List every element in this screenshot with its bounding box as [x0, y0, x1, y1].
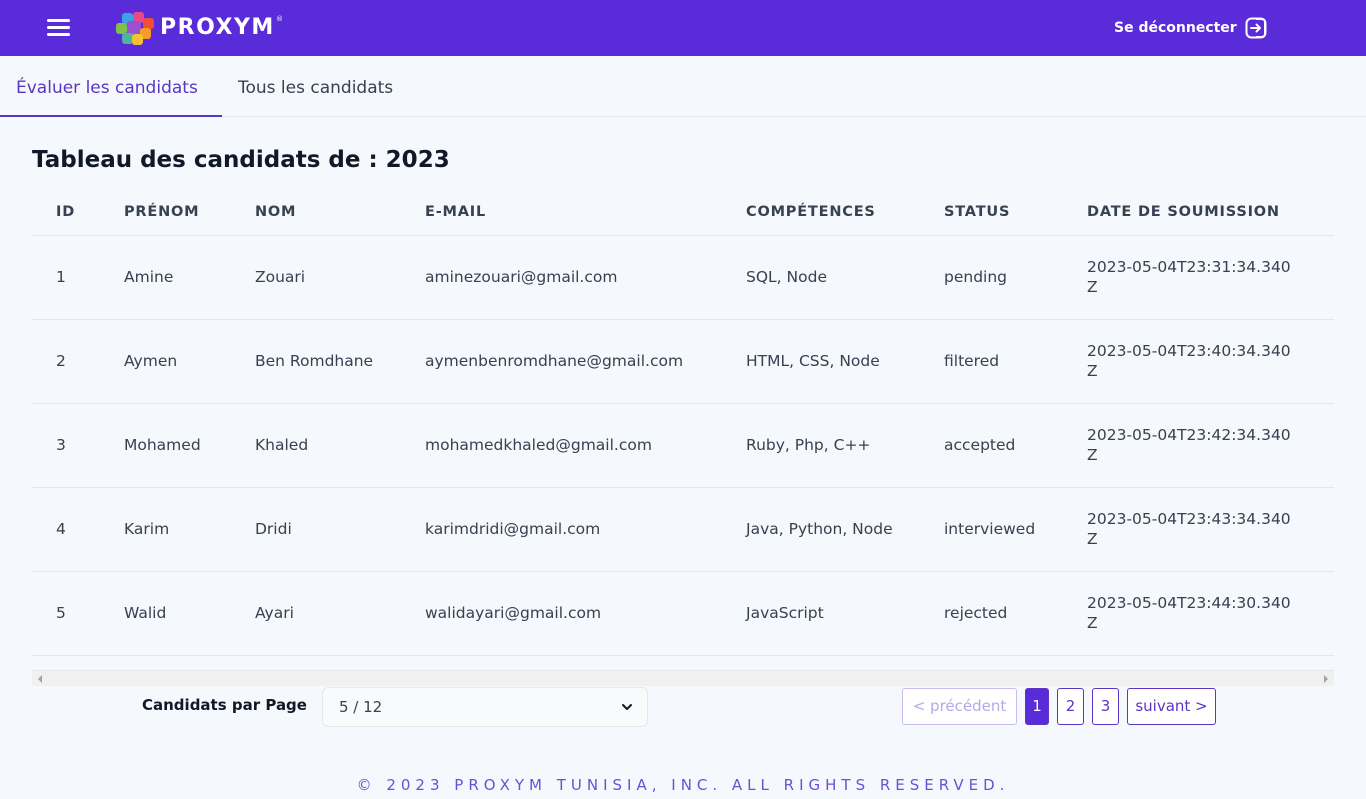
- proxym-logo-icon: [116, 12, 154, 45]
- chevron-down-icon: [622, 704, 632, 710]
- cell-status: accepted: [920, 403, 1063, 488]
- cell-email: walidayari@gmail.com: [401, 571, 722, 656]
- candidates-table: ID PRÉNOM NOM E-MAIL COMPÉTENCES STATUS …: [32, 190, 1334, 656]
- cell-skills: Ruby, Php, C++: [722, 403, 920, 488]
- cell-skills: JavaScript: [722, 571, 920, 656]
- cell-email: aminezouari@gmail.com: [401, 235, 722, 320]
- page-3-button[interactable]: 3: [1092, 688, 1119, 725]
- hamburger-menu-icon[interactable]: [47, 17, 70, 39]
- cell-submission-date: 2023-05-04T23:42:34.340Z: [1063, 403, 1334, 488]
- cell-last-name: Ben Romdhane: [231, 319, 401, 404]
- column-header-last-name: NOM: [231, 190, 401, 236]
- cell-last-name: Dridi: [231, 487, 401, 572]
- hamburger-line: [47, 19, 70, 22]
- scroll-right-arrow-icon[interactable]: [1324, 675, 1328, 683]
- table-row[interactable]: 5 Walid Ayari walidayari@gmail.com JavaS…: [32, 571, 1334, 656]
- cell-last-name: Khaled: [231, 403, 401, 488]
- page-1-button[interactable]: 1: [1025, 688, 1049, 725]
- logout-label: Se déconnecter: [1114, 20, 1237, 36]
- column-header-email: E-MAIL: [401, 190, 722, 236]
- table-row[interactable]: 4 Karim Dridi karimdridi@gmail.com Java,…: [32, 487, 1334, 572]
- table-row[interactable]: 3 Mohamed Khaled mohamedkhaled@gmail.com…: [32, 403, 1334, 488]
- per-page-select[interactable]: 5 / 12: [322, 687, 648, 727]
- cell-email: aymenbenromdhane@gmail.com: [401, 319, 722, 404]
- column-header-status: STATUS: [920, 190, 1063, 236]
- scroll-left-arrow-icon[interactable]: [38, 675, 42, 683]
- cell-status: interviewed: [920, 487, 1063, 572]
- tab-all-candidates[interactable]: Tous les candidats: [238, 56, 393, 117]
- footer-copyright: © 2023 PROXYM TUNISIA, INC. ALL RIGHTS R…: [356, 776, 1010, 794]
- cell-id: 1: [32, 235, 100, 320]
- cell-id: 3: [32, 403, 100, 488]
- logout-arrow-icon: [1245, 17, 1267, 39]
- cell-id: 2: [32, 319, 100, 404]
- cell-submission-date: 2023-05-04T23:44:30.340Z: [1063, 571, 1334, 656]
- cell-skills: Java, Python, Node: [722, 487, 920, 572]
- cell-last-name: Zouari: [231, 235, 401, 320]
- column-header-id: ID: [32, 190, 100, 236]
- per-page-label: Candidats par Page: [142, 696, 307, 714]
- column-header-skills: COMPÉTENCES: [722, 190, 920, 236]
- cell-submission-date: 2023-05-04T23:31:34.340Z: [1063, 235, 1334, 320]
- cell-id: 4: [32, 487, 100, 572]
- logout-button[interactable]: Se déconnecter: [1114, 16, 1267, 40]
- hamburger-line: [47, 33, 70, 36]
- cell-status: filtered: [920, 319, 1063, 404]
- cell-first-name: Amine: [100, 235, 231, 320]
- cell-skills: SQL, Node: [722, 235, 920, 320]
- previous-page-button[interactable]: < précédent: [902, 688, 1017, 725]
- cell-first-name: Aymen: [100, 319, 231, 404]
- tab-evaluate-candidates[interactable]: Évaluer les candidats: [0, 56, 222, 117]
- cell-first-name: Karim: [100, 487, 231, 572]
- cell-email: karimdridi@gmail.com: [401, 487, 722, 572]
- cell-status: pending: [920, 235, 1063, 320]
- candidates-table-container: ID PRÉNOM NOM E-MAIL COMPÉTENCES STATUS …: [32, 190, 1334, 656]
- cell-first-name: Mohamed: [100, 403, 231, 488]
- cell-submission-date: 2023-05-04T23:43:34.340Z: [1063, 487, 1334, 572]
- cell-submission-date: 2023-05-04T23:40:34.340Z: [1063, 319, 1334, 404]
- table-header-row: ID PRÉNOM NOM E-MAIL COMPÉTENCES STATUS …: [32, 190, 1334, 236]
- tab-bar: Évaluer les candidats Tous les candidats: [0, 56, 1366, 117]
- cell-id: 5: [32, 571, 100, 656]
- per-page-value: 5 / 12: [339, 698, 383, 716]
- page-title: Tableau des candidats de : 2023: [32, 147, 450, 173]
- horizontal-scrollbar[interactable]: [32, 670, 1334, 686]
- column-header-first-name: PRÉNOM: [100, 190, 231, 236]
- cell-skills: HTML, CSS, Node: [722, 319, 920, 404]
- cell-status: rejected: [920, 571, 1063, 656]
- registered-mark: ®: [276, 15, 283, 23]
- table-row[interactable]: 2 Aymen Ben Romdhane aymenbenromdhane@gm…: [32, 319, 1334, 404]
- table-row[interactable]: 1 Amine Zouari aminezouari@gmail.com SQL…: [32, 235, 1334, 320]
- brand-name: PROXYM: [160, 15, 275, 40]
- next-page-button[interactable]: suivant >: [1127, 688, 1216, 725]
- top-bar: PROXYM ® Se déconnecter: [0, 0, 1366, 56]
- cell-email: mohamedkhaled@gmail.com: [401, 403, 722, 488]
- column-header-submission-date: DATE DE SOUMISSION: [1063, 190, 1334, 236]
- page-2-button[interactable]: 2: [1057, 688, 1084, 725]
- cell-last-name: Ayari: [231, 571, 401, 656]
- cell-first-name: Walid: [100, 571, 231, 656]
- hamburger-line: [47, 26, 70, 29]
